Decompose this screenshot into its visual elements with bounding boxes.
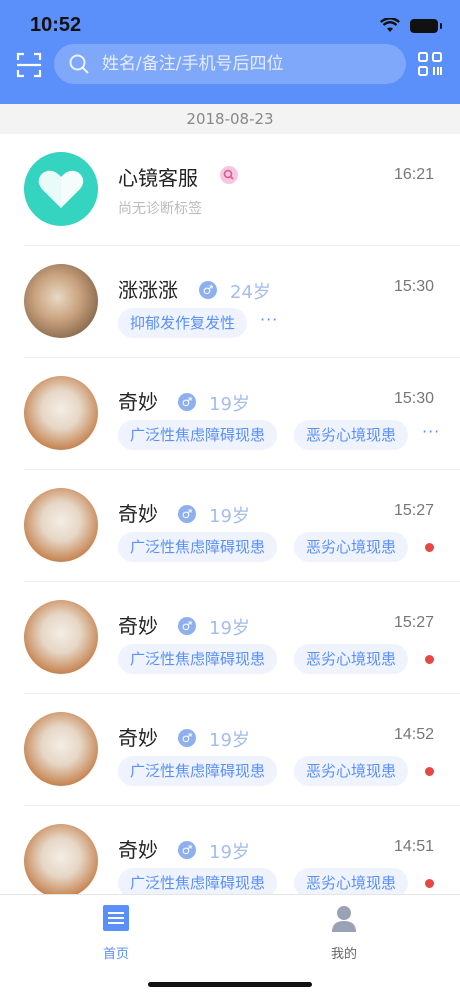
diagnosis-tag[interactable]: 恶劣心境现患 — [294, 420, 409, 450]
heart-logo-icon — [38, 170, 84, 208]
patient-name: 奇妙 — [118, 838, 158, 862]
unread-dot — [425, 879, 434, 888]
patient-age: 19岁 — [209, 506, 250, 527]
search-badge-icon — [220, 166, 238, 184]
search-icon — [69, 54, 89, 74]
tab-profile[interactable]: 我的 — [304, 903, 384, 962]
date-header: 2018-08-23 — [0, 104, 460, 134]
diagnosis-tag[interactable]: 广泛性焦虑障碍现患 — [118, 420, 278, 450]
diagnosis-tag[interactable]: 恶劣心境现患 — [294, 868, 409, 894]
patient-name: 奇妙 — [118, 726, 158, 750]
scan-icon[interactable] — [16, 52, 42, 78]
unread-dot — [425, 543, 434, 552]
message-time: 14:51 — [393, 838, 434, 855]
patient-age: 19岁 — [209, 618, 250, 639]
search-bar[interactable] — [54, 44, 406, 84]
diagnosis-tag[interactable]: 广泛性焦虑障碍现患 — [118, 532, 278, 562]
patient-age: 24岁 — [230, 282, 271, 303]
list-item[interactable]: 涨涨涨 ♂ 24岁 15:30 抑郁发作复发性 ··· — [0, 246, 460, 358]
diagnosis-tag[interactable]: 恶劣心境现患 — [294, 644, 409, 674]
male-icon: ♂ — [199, 281, 217, 299]
male-icon: ♂ — [178, 393, 196, 411]
list-item[interactable]: 奇妙 ♂ 19岁 15:27 广泛性焦虑障碍现患 恶劣心境现患 — [0, 470, 460, 582]
status-icons — [380, 18, 442, 34]
status-time: 10:52 — [30, 14, 82, 36]
message-time: 16:21 — [393, 166, 434, 183]
qr-code-icon[interactable] — [418, 52, 442, 76]
patient-name: 奇妙 — [118, 502, 158, 526]
avatar — [24, 712, 98, 786]
list-item[interactable]: 奇妙 ♂ 19岁 15:27 广泛性焦虑障碍现患 恶劣心境现患 — [0, 582, 460, 694]
diagnosis-tag[interactable]: 广泛性焦虑障碍现患 — [118, 868, 278, 894]
male-icon: ♂ — [178, 617, 196, 635]
diagnosis-empty-text: 尚无诊断标签 — [118, 201, 202, 217]
list-item[interactable]: 心镜客服 16:21 尚无诊断标签 — [0, 134, 460, 246]
patient-name: 奇妙 — [118, 390, 158, 414]
diagnosis-tag[interactable]: 恶劣心境现患 — [294, 532, 409, 562]
patient-list[interactable]: 心镜客服 16:21 尚无诊断标签 涨涨涨 ♂ 24岁 15:30 抑郁发作复发… — [0, 134, 460, 894]
tab-home[interactable]: 首页 — [76, 903, 156, 962]
list-item[interactable]: 奇妙 ♂ 19岁 15:30 广泛性焦虑障碍现患 恶劣心境现患 ··· — [0, 358, 460, 470]
unread-dot — [425, 655, 434, 664]
message-time: 14:52 — [393, 726, 434, 743]
list-item[interactable]: 奇妙 ♂ 19岁 14:52 广泛性焦虑障碍现患 恶劣心境现患 — [0, 694, 460, 806]
top-header: 10:52 — [0, 0, 460, 104]
avatar — [24, 600, 98, 674]
wifi-icon — [380, 18, 400, 32]
male-icon: ♂ — [178, 505, 196, 523]
diagnosis-tag[interactable]: 广泛性焦虑障碍现患 — [118, 644, 278, 674]
contact-name: 心镜客服 — [118, 166, 198, 190]
male-icon: ♂ — [178, 841, 196, 859]
patient-name: 奇妙 — [118, 614, 158, 638]
unread-dot — [425, 767, 434, 776]
patient-age: 19岁 — [209, 394, 250, 415]
message-time: 15:30 — [393, 390, 434, 407]
avatar — [24, 824, 98, 894]
message-time: 15:27 — [393, 502, 434, 519]
list-item[interactable]: 奇妙 ♂ 19岁 14:51 广泛性焦虑障碍现患 恶劣心境现患 — [0, 806, 460, 894]
patient-name: 涨涨涨 — [118, 278, 178, 302]
patient-age: 19岁 — [209, 730, 250, 751]
search-input[interactable] — [102, 54, 382, 74]
male-icon: ♂ — [178, 729, 196, 747]
home-list-icon — [103, 905, 129, 931]
patient-age: 19岁 — [209, 842, 250, 863]
avatar — [24, 376, 98, 450]
diagnosis-tag[interactable]: 抑郁发作复发性 — [118, 308, 248, 338]
avatar — [24, 264, 98, 338]
tab-home-label: 首页 — [102, 947, 129, 962]
bottom-tab-bar: 首页 我的 — [0, 894, 460, 996]
message-time: 15:27 — [393, 614, 434, 631]
tab-profile-label: 我的 — [330, 947, 357, 962]
more-tags-icon[interactable]: ··· — [260, 310, 278, 329]
home-indicator — [148, 982, 312, 987]
diagnosis-tag[interactable]: 恶劣心境现患 — [294, 756, 409, 786]
user-profile-icon — [332, 906, 356, 932]
battery-icon — [410, 19, 442, 33]
more-tags-icon[interactable]: ··· — [422, 422, 440, 441]
avatar — [24, 488, 98, 562]
service-avatar — [24, 152, 98, 226]
diagnosis-tag[interactable]: 广泛性焦虑障碍现患 — [118, 756, 278, 786]
message-time: 15:30 — [393, 278, 434, 295]
